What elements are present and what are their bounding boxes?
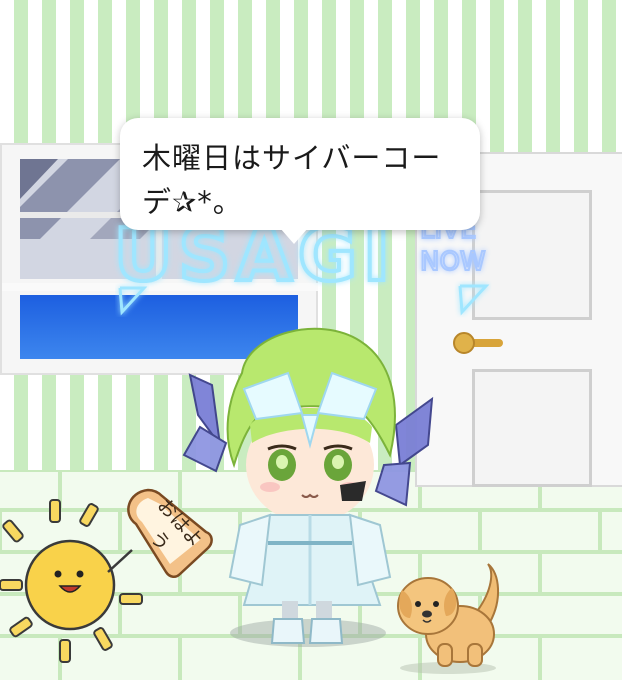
neon-sign-side-2: NOW [420, 247, 486, 277]
toast-icon: おはよう [118, 480, 218, 580]
game-scene: USAGI LIVE NOW 木曜日はサイバーコーデ✰*。 おはよう [0, 0, 622, 680]
butterfly-wing-left [182, 373, 228, 473]
speech-bubble-text: 木曜日はサイバーコーデ✰*。 [142, 141, 442, 219]
speech-bubble: 木曜日はサイバーコーデ✰*。 [120, 118, 480, 244]
door-panel-bottom [472, 369, 592, 487]
speech-bubble-tail [280, 228, 308, 244]
puppy-icon[interactable] [390, 560, 510, 675]
door-knob-icon [453, 332, 503, 354]
